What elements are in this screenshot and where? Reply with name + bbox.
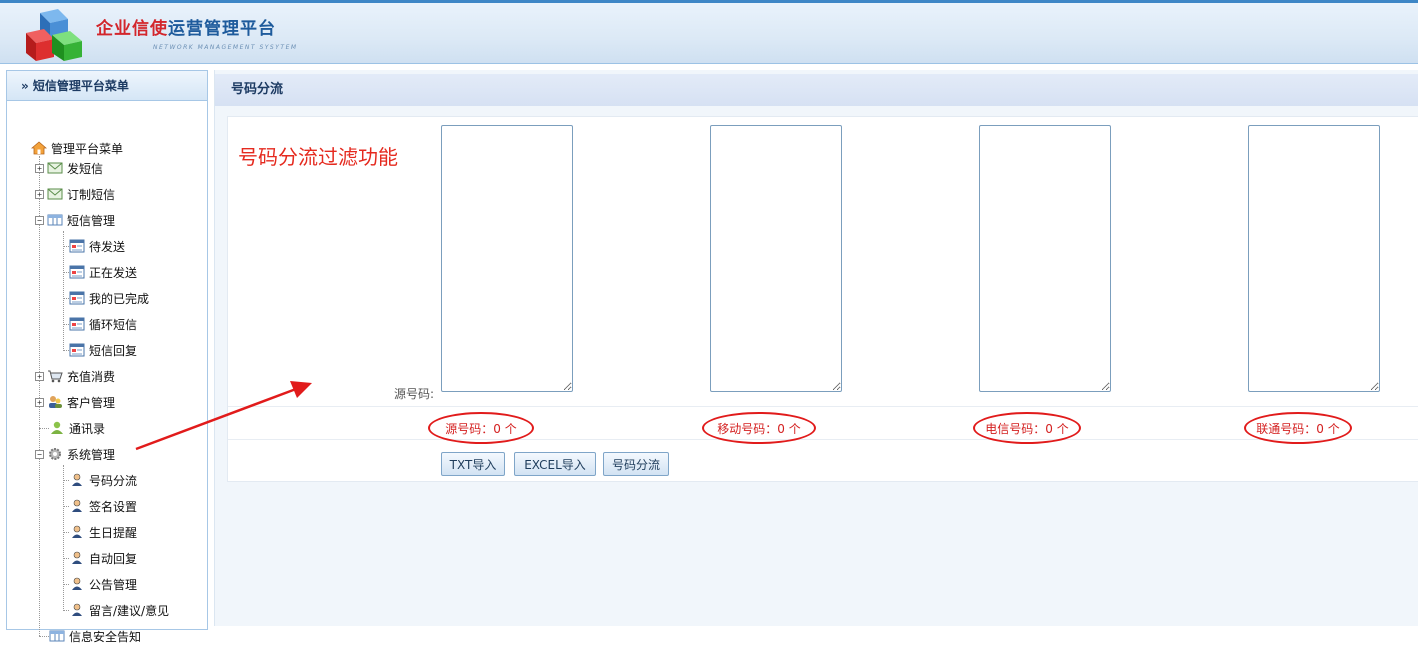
menu-item-security[interactable]: 信息安全告知 bbox=[49, 626, 141, 646]
source-count: 源号码：0 个 bbox=[428, 412, 534, 444]
menu-item-reply[interactable]: 短信回复 bbox=[69, 340, 137, 360]
tree-root[interactable]: 管理平台菜单 bbox=[31, 138, 123, 158]
tree-line bbox=[63, 465, 64, 611]
main-content: 号码分流 号码分流过滤功能 源号码: 源号码：0 个 移动号码：0 个 电信号码… bbox=[214, 70, 1418, 626]
menu-item-label: 自动回复 bbox=[89, 551, 138, 566]
menu-item-customer[interactable]: + 客户管理 bbox=[35, 392, 115, 412]
menu-item-label: 号码分流 bbox=[89, 473, 138, 488]
sidebar-heading: » 短信管理平台菜单 bbox=[7, 71, 207, 101]
calendar-icon bbox=[69, 317, 85, 331]
menu-item-notice[interactable]: 公告管理 bbox=[69, 574, 137, 594]
menu-item-label: 短信回复 bbox=[89, 343, 138, 358]
tree-line bbox=[39, 428, 49, 429]
menu-item-number-split[interactable]: 号码分流 bbox=[69, 470, 137, 490]
user-icon bbox=[72, 577, 82, 590]
menu-item-contacts[interactable]: 通讯录 bbox=[49, 418, 105, 438]
calendar-icon bbox=[69, 265, 85, 279]
menu-item-signature[interactable]: 签名设置 bbox=[69, 496, 137, 516]
tree-line bbox=[63, 231, 64, 351]
divider bbox=[228, 406, 1418, 407]
collapse-icon[interactable]: − bbox=[35, 449, 44, 459]
expand-icon[interactable]: + bbox=[35, 163, 44, 173]
table-icon bbox=[47, 214, 63, 226]
collapse-icon[interactable]: − bbox=[35, 215, 44, 225]
menu-item-birthday[interactable]: 生日提醒 bbox=[69, 522, 137, 542]
app-subtitle: NETWORK MANAGEMENT SYSYTEM bbox=[153, 44, 298, 51]
menu-item-label: 系统管理 bbox=[67, 447, 116, 462]
expand-icon[interactable]: + bbox=[35, 189, 44, 199]
expand-icon[interactable]: + bbox=[35, 397, 44, 407]
menu-item-label: 信息安全告知 bbox=[69, 629, 142, 644]
menu-item-sending[interactable]: 正在发送 bbox=[69, 262, 137, 282]
telecom-numbers-input[interactable] bbox=[979, 125, 1111, 392]
split-button[interactable]: 号码分流 bbox=[603, 452, 669, 476]
menu-item-label: 发短信 bbox=[67, 161, 104, 176]
person-icon bbox=[51, 421, 63, 434]
envelope-icon bbox=[47, 162, 63, 174]
app-header: 企业信使运营管理平台 NETWORK MANAGEMENT SYSYTEM bbox=[0, 0, 1418, 64]
menu-item-sms-manage[interactable]: − 短信管理 bbox=[35, 210, 115, 230]
txt-import-button[interactable]: TXT导入 bbox=[441, 452, 505, 476]
tree-root-label: 管理平台菜单 bbox=[51, 141, 124, 156]
menu-item-cycle[interactable]: 循环短信 bbox=[69, 314, 137, 334]
sidebar: » 短信管理平台菜单 管理平台菜单 + 发短信 + 订制短信 − 短信管理 待发… bbox=[6, 70, 208, 644]
user-icon bbox=[72, 525, 82, 538]
telecom-count: 电信号码：0 个 bbox=[973, 412, 1081, 444]
logo-cube-icon bbox=[26, 9, 82, 61]
menu-item-label: 留言/建议/意见 bbox=[89, 603, 170, 618]
menu-item-subscribe-sms[interactable]: + 订制短信 bbox=[35, 184, 115, 204]
menu-item-pending[interactable]: 待发送 bbox=[69, 236, 125, 256]
home-icon bbox=[31, 141, 47, 155]
menu-item-label: 公告管理 bbox=[89, 577, 138, 592]
excel-import-button[interactable]: EXCEL导入 bbox=[514, 452, 596, 476]
menu-item-recharge[interactable]: + 充值消费 bbox=[35, 366, 115, 386]
expand-icon[interactable]: + bbox=[35, 371, 44, 381]
page-title: 号码分流 bbox=[215, 74, 1418, 106]
feature-title: 号码分流过滤功能 bbox=[238, 145, 398, 169]
user-icon bbox=[72, 551, 82, 564]
app-title: 企业信使运营管理平台 bbox=[96, 14, 276, 39]
user-icon bbox=[72, 473, 82, 486]
menu-item-auto-reply[interactable]: 自动回复 bbox=[69, 548, 137, 568]
calendar-icon bbox=[69, 239, 85, 253]
table-icon bbox=[49, 630, 65, 642]
tree-line bbox=[39, 636, 49, 637]
menu-item-label: 短信管理 bbox=[67, 213, 116, 228]
mobile-numbers-input[interactable] bbox=[710, 125, 842, 392]
menu-item-label: 正在发送 bbox=[89, 265, 138, 280]
app-title-part1: 企业信使 bbox=[96, 19, 168, 39]
number-split-panel: 号码分流过滤功能 源号码: 源号码：0 个 移动号码：0 个 电信号码：0 个 … bbox=[227, 116, 1418, 482]
menu-item-completed[interactable]: 我的已完成 bbox=[69, 288, 149, 308]
unicom-count: 联通号码：0 个 bbox=[1244, 412, 1352, 444]
source-numbers-input[interactable] bbox=[441, 125, 573, 392]
menu-item-label: 循环短信 bbox=[89, 317, 138, 332]
divider bbox=[228, 439, 1418, 440]
unicom-numbers-input[interactable] bbox=[1248, 125, 1380, 392]
menu-item-label: 我的已完成 bbox=[89, 291, 150, 306]
app-title-part2: 运营管理平台 bbox=[168, 19, 276, 39]
menu-item-label: 订制短信 bbox=[67, 187, 116, 202]
mobile-count: 移动号码：0 个 bbox=[702, 412, 816, 444]
menu-item-label: 生日提醒 bbox=[89, 525, 138, 540]
gear-icon bbox=[49, 448, 61, 460]
menu-item-send-sms[interactable]: + 发短信 bbox=[35, 158, 103, 178]
menu-item-feedback[interactable]: 留言/建议/意见 bbox=[69, 600, 169, 620]
envelope-icon bbox=[47, 188, 63, 200]
source-label: 源号码: bbox=[394, 387, 435, 401]
cart-icon bbox=[48, 370, 63, 383]
menu-item-system[interactable]: − 系统管理 bbox=[35, 444, 115, 464]
users-icon bbox=[49, 396, 62, 408]
menu-item-label: 通讯录 bbox=[69, 421, 106, 436]
user-icon bbox=[72, 499, 82, 512]
menu-item-label: 客户管理 bbox=[67, 395, 116, 410]
menu-item-label: 充值消费 bbox=[67, 369, 116, 384]
menu-item-label: 待发送 bbox=[89, 239, 126, 254]
calendar-icon bbox=[69, 291, 85, 305]
user-icon bbox=[72, 603, 82, 616]
calendar-icon bbox=[69, 343, 85, 357]
menu-item-label: 签名设置 bbox=[89, 499, 138, 514]
menu-tree: 管理平台菜单 + 发短信 + 订制短信 − 短信管理 待发送 正在发送 我的已完… bbox=[7, 101, 207, 644]
